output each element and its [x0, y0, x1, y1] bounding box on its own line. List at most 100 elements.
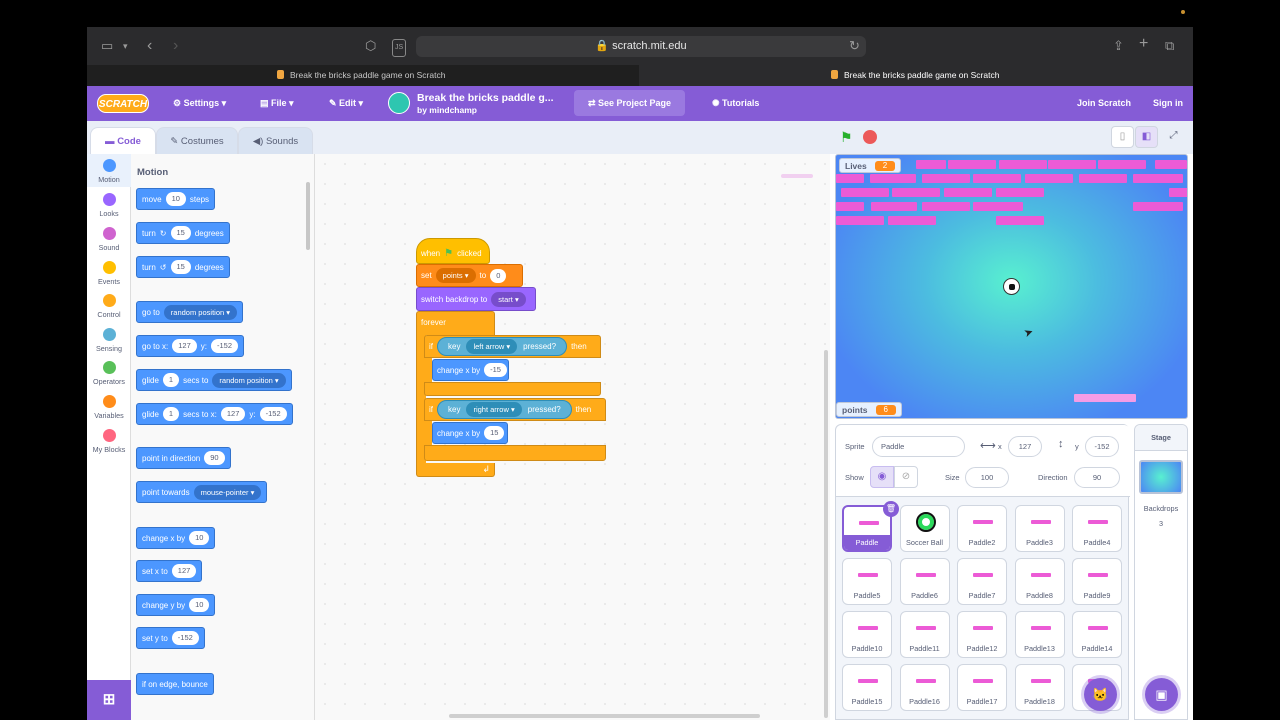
- choose-sprite-button[interactable]: 🐱: [1084, 678, 1117, 711]
- sprite-tile[interactable]: Paddle11: [899, 611, 950, 658]
- block-glide[interactable]: glide 1 secs to random position ▾: [136, 369, 292, 391]
- block-if-left[interactable]: if key left arrow ▾ pressed? then: [424, 335, 601, 358]
- share-icon[interactable]: ⇪: [1113, 38, 1124, 54]
- block-input[interactable]: 127: [171, 564, 197, 578]
- block-change-x-left[interactable]: change x by -15: [432, 359, 509, 381]
- block-glide-xy[interactable]: glide 1 secs to x: 127 y: -152: [136, 403, 293, 425]
- show-hidden-button[interactable]: ⊘: [894, 466, 918, 488]
- block-if-on-edge-bounce[interactable]: if on edge, bounce: [136, 673, 214, 695]
- sprite-tile[interactable]: Paddle10: [842, 611, 892, 658]
- block-turn-right[interactable]: turn ↻ 15 degrees: [136, 222, 230, 244]
- block-move-steps[interactable]: move 10 steps: [136, 188, 216, 210]
- block-input[interactable]: 10: [189, 531, 210, 545]
- project-title[interactable]: Break the bricks paddle g...: [417, 92, 554, 104]
- variable-dropdown[interactable]: points ▾: [435, 268, 476, 283]
- soccer-ball-sprite[interactable]: [1003, 278, 1020, 295]
- block-input[interactable]: -152: [259, 407, 287, 421]
- block-input[interactable]: 15: [170, 260, 191, 274]
- address-bar[interactable]: 🔒 scratch.mit.edu: [416, 36, 866, 57]
- palette-scrollbar[interactable]: [306, 182, 310, 250]
- block-dropdown[interactable]: random position ▾: [212, 372, 286, 388]
- size-input[interactable]: 100: [965, 467, 1009, 488]
- sign-in-link[interactable]: Sign in: [1153, 86, 1183, 121]
- see-project-page-button[interactable]: ⇄ See Project Page: [574, 90, 685, 116]
- edit-menu[interactable]: ✎ Edit ▾: [329, 86, 363, 121]
- script-area-hscrollbar[interactable]: [449, 714, 760, 718]
- block-point-in-direction[interactable]: point in direction 90: [136, 447, 231, 469]
- sprite-tile[interactable]: Paddle7: [957, 558, 1007, 605]
- sprite-tile[interactable]: Paddle5: [842, 558, 892, 605]
- sprite-tile[interactable]: Paddle 🗑: [842, 501, 899, 552]
- normal-stage-icon[interactable]: ◧: [1135, 126, 1158, 148]
- category-events[interactable]: Events: [87, 261, 131, 286]
- block-go-to[interactable]: go to random position ▾: [136, 301, 244, 323]
- add-extension-button[interactable]: ⊞: [87, 680, 131, 720]
- block-if-right[interactable]: if key right arrow ▾ pressed? then: [424, 398, 606, 421]
- sprite-tile[interactable]: Paddle6: [899, 558, 950, 605]
- block-input[interactable]: 15: [484, 426, 505, 440]
- block-input[interactable]: 0: [490, 268, 507, 283]
- sprite-tile[interactable]: Soccer Ball: [899, 505, 950, 552]
- block-key-pressed[interactable]: key left arrow ▾ pressed?: [437, 337, 568, 356]
- sprite-tile[interactable]: Paddle17: [957, 664, 1007, 711]
- forward-icon[interactable]: ›: [173, 38, 178, 54]
- tab-sounds[interactable]: ◀) Sounds: [238, 127, 313, 154]
- sprite-tile[interactable]: Paddle9: [1072, 558, 1122, 605]
- join-scratch-link[interactable]: Join Scratch: [1077, 86, 1131, 121]
- small-stage-icon[interactable]: ▯: [1111, 126, 1134, 148]
- block-turn-left[interactable]: turn ↺ 15 degrees: [136, 256, 230, 278]
- browser-tab-1[interactable]: Break the bricks paddle game on Scratch: [277, 65, 445, 86]
- key-dropdown[interactable]: right arrow ▾: [466, 402, 522, 417]
- green-flag-icon[interactable]: ⚑: [840, 130, 855, 145]
- block-when-flag-clicked[interactable]: when ⚑ clicked: [416, 238, 490, 264]
- sprite-tile[interactable]: Paddle2: [957, 505, 1007, 552]
- category-my-blocks[interactable]: My Blocks: [87, 429, 131, 454]
- block-input[interactable]: 10: [189, 598, 210, 612]
- sprite-tile[interactable]: Paddle3: [1014, 505, 1065, 552]
- block-switch-backdrop[interactable]: switch backdrop to start ▾: [416, 287, 536, 311]
- category-sensing[interactable]: Sensing: [87, 328, 131, 353]
- block-input[interactable]: 10: [165, 192, 186, 206]
- paddle-sprite[interactable]: [1074, 394, 1136, 402]
- block-input[interactable]: 1: [162, 407, 180, 421]
- x-input[interactable]: 127: [1008, 436, 1042, 457]
- tab-costumes[interactable]: ✎ Costumes: [156, 127, 238, 154]
- delete-sprite-icon[interactable]: 🗑: [883, 501, 899, 517]
- stage-selector[interactable]: Stage Backdrops 3: [1134, 424, 1188, 720]
- project-author[interactable]: by mindchamp: [417, 105, 477, 115]
- block-dropdown[interactable]: mouse-pointer ▾: [193, 484, 262, 500]
- block-input[interactable]: 15: [170, 226, 191, 240]
- sprite-tile[interactable]: Paddle15: [842, 664, 892, 711]
- category-variables[interactable]: Variables: [87, 395, 131, 420]
- backdrop-dropdown[interactable]: start ▾: [491, 291, 526, 307]
- stop-icon[interactable]: [863, 130, 877, 144]
- block-change-y[interactable]: change y by 10: [136, 594, 216, 616]
- scratch-logo[interactable]: SCRATCH: [97, 94, 149, 113]
- direction-input[interactable]: 90: [1074, 467, 1120, 488]
- cube-icon[interactable]: ⬡: [365, 38, 376, 54]
- backdrop-thumbnail[interactable]: [1139, 460, 1183, 494]
- tab-code[interactable]: ▬ Code: [90, 127, 156, 154]
- sprite-tile[interactable]: Paddle16: [899, 664, 950, 711]
- block-key-pressed[interactable]: key right arrow ▾ pressed?: [437, 400, 572, 419]
- browser-tab-2[interactable]: Break the bricks paddle game on Scratch: [831, 65, 999, 86]
- back-icon[interactable]: ‹: [147, 38, 152, 54]
- block-input[interactable]: -15: [484, 363, 507, 377]
- sidebar-toggle-icon[interactable]: ▭: [101, 38, 113, 54]
- show-visible-button[interactable]: ◉: [870, 466, 894, 488]
- category-motion[interactable]: Motion: [87, 154, 131, 187]
- block-input[interactable]: 127: [220, 407, 246, 421]
- block-change-x-right[interactable]: change x by 15: [432, 422, 508, 444]
- sprite-tile[interactable]: Paddle8: [1014, 558, 1065, 605]
- block-input[interactable]: 1: [162, 373, 180, 387]
- settings-menu[interactable]: ⚙ Settings ▾: [173, 86, 226, 121]
- block-set-y[interactable]: set y to -152: [136, 627, 205, 649]
- js-icon[interactable]: JS: [392, 39, 407, 57]
- new-tab-icon[interactable]: +: [1139, 36, 1148, 52]
- sprite-tile[interactable]: Paddle4: [1072, 505, 1122, 552]
- key-dropdown[interactable]: left arrow ▾: [466, 339, 518, 354]
- fullscreen-icon[interactable]: ⤢: [1162, 126, 1185, 148]
- block-set-variable[interactable]: set points ▾ to 0: [416, 264, 523, 287]
- block-point-towards[interactable]: point towards mouse-pointer ▾: [136, 481, 268, 503]
- choose-backdrop-button[interactable]: ▣: [1145, 678, 1178, 711]
